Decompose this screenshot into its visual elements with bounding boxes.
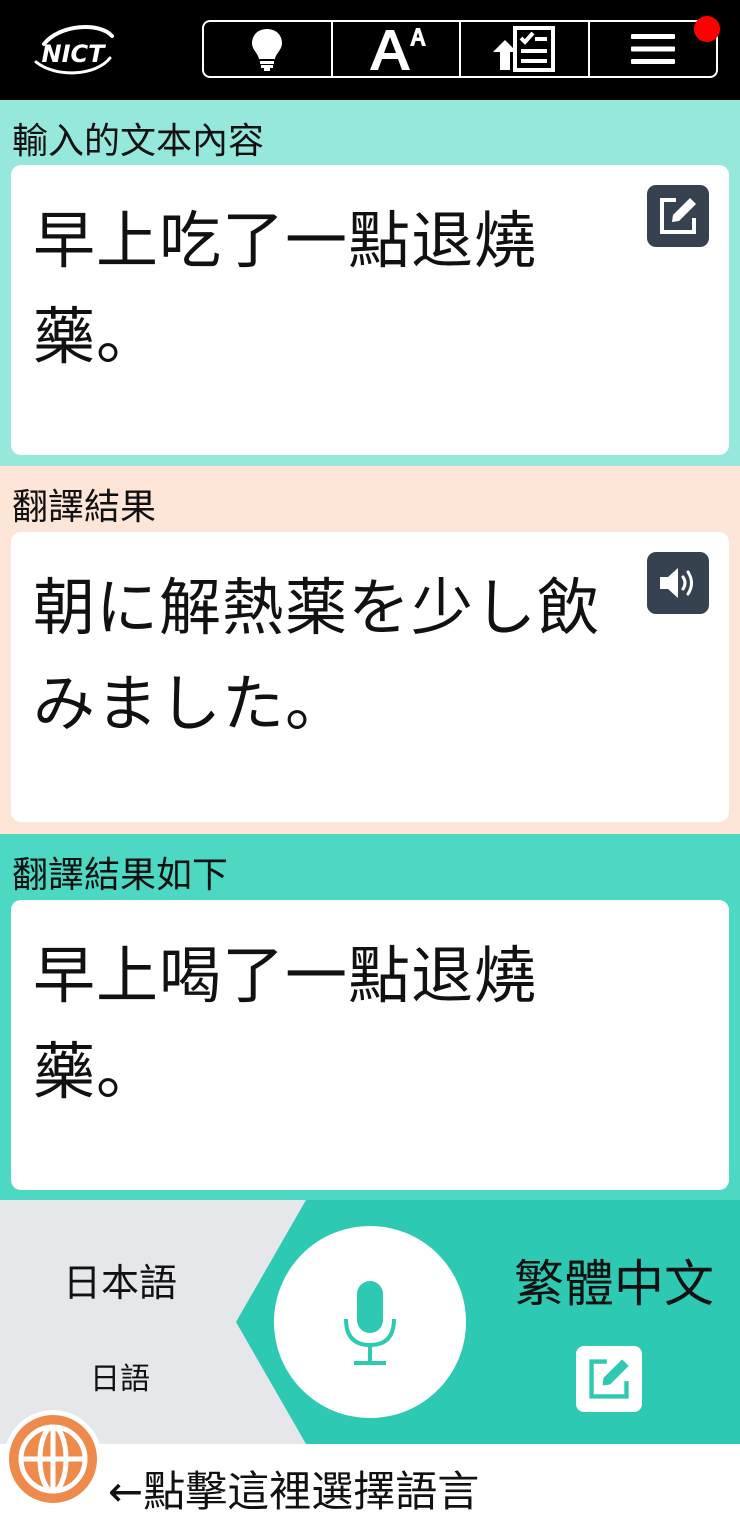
target-language-name[interactable]: 繁體中文: [494, 1244, 734, 1316]
back-translation-text: 早上喝了一點退燒藥。: [33, 939, 538, 1108]
language-bar: 日本語 日語 繁體中文: [0, 1200, 740, 1444]
microphone-button[interactable]: [274, 1226, 466, 1418]
font-size-button[interactable]: [333, 22, 461, 76]
input-card: 早上吃了一點退燒藥。: [11, 165, 729, 455]
translation-label: 翻譯結果: [12, 487, 157, 528]
font-size-icon: [369, 28, 426, 70]
notification-dot: [694, 16, 720, 42]
edit-icon: [660, 198, 696, 234]
play-audio-button[interactable]: [647, 552, 709, 614]
hamburger-menu-icon: [630, 34, 675, 64]
translation-panel: 翻譯結果 朝に解熱薬を少し飲みました。: [0, 466, 740, 834]
input-panel: 輸入的文本內容 早上吃了一點退燒藥。: [0, 100, 740, 466]
upload-button[interactable]: [461, 22, 590, 76]
edit-input-button[interactable]: [647, 185, 709, 247]
input-label: 輸入的文本內容: [12, 121, 265, 162]
back-translation-panel: 翻譯結果如下 早上喝了一點退燒藥。: [0, 834, 740, 1200]
source-language-native-name: 日語: [90, 1362, 150, 1397]
edit-target-button[interactable]: [576, 1346, 642, 1412]
language-select-button[interactable]: [4, 1410, 102, 1508]
back-translation-label: 翻譯結果如下: [12, 855, 229, 896]
nict-logo: NICT: [30, 22, 116, 78]
tips-button[interactable]: [204, 22, 333, 76]
microphone-icon: [344, 1281, 396, 1365]
translation-text: 朝に解熱薬を少し飲みました。: [33, 571, 601, 740]
edit-icon: [589, 1359, 629, 1399]
translation-card: 朝に解熱薬を少し飲みました。: [11, 532, 729, 822]
language-hint-text: ←點擊這裡選擇語言: [108, 1467, 480, 1516]
input-text: 早上吃了一點退燒藥。: [33, 204, 538, 373]
source-language-name[interactable]: 日本語: [0, 1252, 240, 1307]
speaker-icon: [660, 568, 693, 598]
lightbulb-icon: [252, 29, 283, 71]
svg-text:NICT: NICT: [42, 40, 107, 68]
toolbar: [202, 20, 718, 78]
upload-checklist-icon: [493, 26, 556, 72]
globe-icon: [9, 1415, 97, 1503]
back-translation-card: 早上喝了一點退燒藥。: [11, 900, 729, 1190]
